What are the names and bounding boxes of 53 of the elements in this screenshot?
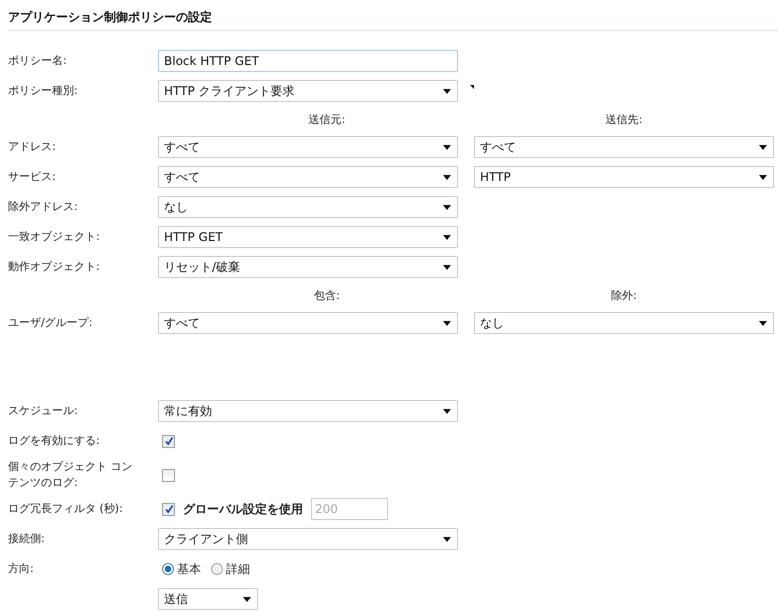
checkbox-label: グローバル設定を使用 xyxy=(183,500,303,518)
dropdown[interactable]: リセット/破棄 xyxy=(158,256,458,278)
dropdown[interactable]: なし xyxy=(474,312,774,334)
field-label: 除外アドレス: xyxy=(8,199,78,215)
field-label: 一致オブジェクト: xyxy=(8,229,100,245)
dropdown[interactable]: すべて xyxy=(158,136,458,158)
caret-icon xyxy=(759,144,767,150)
caret-icon xyxy=(443,408,451,414)
field-label: 動作オブジェクト: xyxy=(8,259,100,275)
dropdown[interactable]: HTTP クライアント要求 xyxy=(158,80,458,102)
checkbox[interactable] xyxy=(162,468,175,482)
column-header: 送信元: xyxy=(308,112,346,126)
text-field[interactable]: Block HTTP GET xyxy=(158,50,458,72)
dropdown[interactable]: 常に有効 xyxy=(158,400,458,422)
field-label: ポリシー名: xyxy=(8,53,67,69)
field-label: 接続側: xyxy=(8,531,45,547)
field-label: ユーザ/グループ: xyxy=(8,315,92,331)
column-header: 包含: xyxy=(313,288,341,302)
caret-icon xyxy=(443,88,451,94)
caret-icon xyxy=(759,320,767,326)
caret-icon xyxy=(443,144,451,150)
caret-icon xyxy=(443,320,451,326)
radio-button[interactable] xyxy=(162,563,174,575)
radio-label: 基本 xyxy=(177,560,201,578)
checkbox[interactable] xyxy=(162,434,175,448)
caret-icon xyxy=(443,536,451,542)
field-label: ログを有効にする: xyxy=(8,433,100,449)
caret-icon xyxy=(443,174,451,180)
dropdown[interactable]: HTTP xyxy=(474,166,774,188)
dropdown[interactable]: すべて xyxy=(158,166,458,188)
caret-icon xyxy=(443,204,451,210)
caret-icon xyxy=(443,234,451,240)
dropdown[interactable]: クライアント側 xyxy=(158,528,458,550)
field-label: 個々のオブジェクト コンテンツのログ: xyxy=(8,459,134,491)
column-header: 除外: xyxy=(610,288,638,302)
field-label: ログ冗長フィルタ (秒): xyxy=(8,501,123,517)
dropdown[interactable]: なし xyxy=(158,196,458,218)
dropdown[interactable]: すべて xyxy=(158,312,458,334)
column-header: 送信先: xyxy=(604,112,644,126)
caret-icon xyxy=(759,174,767,180)
caret-icon xyxy=(443,264,451,270)
dropdown[interactable]: すべて xyxy=(474,136,774,158)
radio-label: 詳細 xyxy=(226,560,250,578)
dropdown[interactable]: HTTP GET xyxy=(158,226,458,248)
field-label: 方向: xyxy=(8,561,34,577)
dropdown[interactable]: 送信 xyxy=(158,588,258,610)
field-label: スケジュール: xyxy=(8,403,78,419)
field-label: ポリシー種別: xyxy=(8,83,78,99)
section-title: アプリケーション制御ポリシーの設定 xyxy=(8,10,212,24)
radio-button[interactable] xyxy=(211,563,223,575)
field-label: アドレス: xyxy=(8,139,56,155)
caret-icon xyxy=(243,596,251,602)
field-label: サービス: xyxy=(8,169,56,185)
